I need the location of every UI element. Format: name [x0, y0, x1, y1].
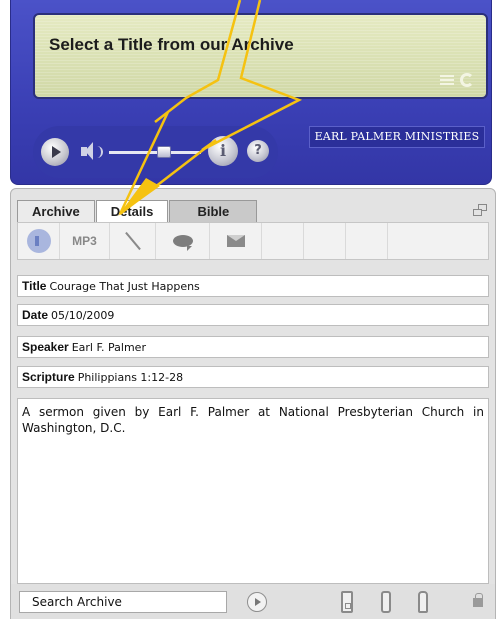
- date-value: 05/10/2009: [51, 309, 115, 322]
- toolbar-slot: [304, 223, 346, 259]
- player-display: Select a Title from our Archive: [33, 13, 488, 99]
- restore-window-icon[interactable]: [473, 204, 487, 216]
- refresh-icon[interactable]: [460, 73, 474, 87]
- title-label: Title: [22, 279, 47, 293]
- device-icon[interactable]: [418, 591, 428, 613]
- tab-details[interactable]: Details: [95, 200, 169, 222]
- comment-button[interactable]: [156, 223, 210, 259]
- volume-slider-thumb[interactable]: [157, 146, 172, 158]
- play-icon[interactable]: [41, 138, 69, 166]
- scripture-label: Scripture: [22, 370, 75, 384]
- display-title: Select a Title from our Archive: [49, 35, 294, 54]
- player-controls: i ?: [33, 126, 278, 178]
- tab-bar: Archive Details Bible: [17, 200, 258, 222]
- device-icon[interactable]: [341, 591, 353, 613]
- pen-icon: [124, 231, 141, 251]
- details-toolbar: MP3: [17, 222, 489, 260]
- date-field: Date 05/10/2009: [17, 304, 489, 326]
- speaker-value: Earl F. Palmer: [71, 341, 146, 354]
- tab-archive[interactable]: Archive: [17, 200, 95, 222]
- speaker-field: Speaker Earl F. Palmer: [17, 336, 489, 358]
- audio-player: Select a Title from our Archive i ? EARL…: [10, 0, 492, 185]
- email-button[interactable]: [210, 223, 262, 259]
- mail-icon: [226, 235, 245, 247]
- description-text: A sermon given by Earl F. Palmer at Nati…: [17, 398, 489, 584]
- scripture-field: Scripture Philippians 1:12-28: [17, 366, 489, 388]
- bottom-bar: Search Archive: [11, 584, 495, 619]
- volume-icon[interactable]: [81, 142, 103, 162]
- info-icon[interactable]: i: [208, 136, 238, 166]
- scripture-value: Philippians 1:12-28: [77, 371, 184, 384]
- notes-button[interactable]: [110, 223, 156, 259]
- help-icon[interactable]: ?: [247, 140, 269, 162]
- lock-icon[interactable]: [473, 593, 483, 607]
- volume-slider-track[interactable]: [109, 151, 201, 154]
- tab-bible[interactable]: Bible: [169, 200, 258, 222]
- speaker-icon: [26, 229, 51, 253]
- chat-icon: [172, 235, 193, 251]
- speaker-button[interactable]: [18, 223, 60, 259]
- toolbar-slot: [388, 223, 430, 259]
- mp3-button[interactable]: MP3: [60, 223, 110, 259]
- title-value: Courage That Just Happens: [49, 280, 200, 293]
- list-icon[interactable]: [440, 75, 454, 85]
- title-field: Title Courage That Just Happens: [17, 275, 489, 297]
- archive-panel: Archive Details Bible MP3 Title Courage T…: [10, 188, 496, 619]
- device-icon[interactable]: [381, 591, 391, 613]
- speaker-label: Speaker: [22, 340, 69, 354]
- brand-logo[interactable]: EARL PALMER MINISTRIES: [309, 126, 485, 148]
- toolbar-slot: [262, 223, 304, 259]
- go-icon[interactable]: [247, 592, 267, 612]
- display-icons: [440, 73, 474, 87]
- date-label: Date: [22, 308, 49, 322]
- toolbar-slot: [346, 223, 388, 259]
- search-input[interactable]: Search Archive: [19, 591, 227, 613]
